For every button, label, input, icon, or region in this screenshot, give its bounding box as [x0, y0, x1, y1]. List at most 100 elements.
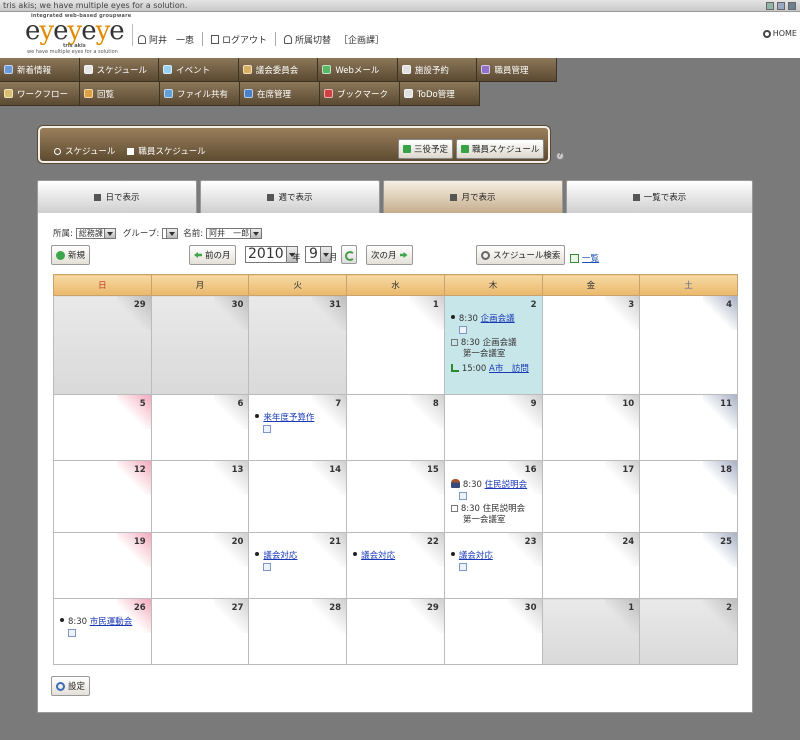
day-number[interactable]: 10	[622, 399, 634, 409]
day-number[interactable]: 29	[427, 603, 439, 613]
day-number[interactable]: 1	[433, 300, 439, 310]
calendar-day[interactable]: 14	[248, 460, 348, 533]
event-title[interactable]: 来年度予算作	[263, 413, 314, 423]
calendar-day[interactable]: 30	[443, 598, 543, 665]
calendar-day[interactable]: 9	[443, 394, 543, 461]
day-number[interactable]: 18	[720, 465, 732, 475]
day-number[interactable]: 9	[531, 399, 537, 409]
calendar-detail-icon[interactable]	[458, 563, 467, 571]
calendar-day[interactable]: 10	[541, 394, 641, 461]
nav-item[interactable]: 職員管理	[477, 58, 558, 82]
event-title[interactable]: A市 訪問	[489, 364, 529, 374]
year-select[interactable]: 2010	[245, 246, 298, 263]
logout-link[interactable]: ログアウト	[211, 33, 267, 46]
maximize-icon[interactable]	[777, 2, 785, 10]
nav-item[interactable]: ファイル共有	[160, 82, 240, 106]
new-schedule-button[interactable]: 新規	[51, 245, 91, 265]
calendar-day[interactable]: 1	[346, 295, 445, 395]
event-title[interactable]: 議会対応	[361, 551, 395, 561]
calendar-day[interactable]: 1	[541, 598, 641, 665]
calendar-day[interactable]: 12	[53, 460, 152, 533]
nav-item[interactable]: 在席管理	[240, 82, 320, 106]
nav-item[interactable]: 新着情報	[0, 58, 80, 82]
refresh-button[interactable]	[341, 245, 357, 264]
calendar-day[interactable]: 2 8:30 企画会議 8:30 企画会議 第一会議室 15:00 A市 訪問	[443, 295, 543, 395]
calendar-day[interactable]: 30	[150, 295, 250, 395]
calendar-day[interactable]: 5	[53, 394, 152, 461]
calendar-day[interactable]: 26 8:30 市民運動会	[53, 598, 152, 665]
breadcrumb-item-schedule[interactable]: スケジュール	[54, 145, 115, 157]
sanyaku-schedule-button[interactable]: 三役予定	[398, 139, 454, 159]
nav-item[interactable]: イベント	[159, 58, 239, 82]
day-number[interactable]: 8	[433, 399, 439, 409]
settings-button[interactable]: 設定	[51, 676, 91, 696]
prev-month-button[interactable]: 前の月	[189, 245, 236, 265]
nav-item[interactable]: Webメール	[318, 58, 398, 82]
day-number[interactable]: 13	[232, 465, 244, 475]
day-number[interactable]: 19	[134, 537, 146, 547]
month-select[interactable]: 9	[305, 246, 332, 263]
calendar-detail-icon[interactable]	[68, 629, 76, 637]
calendar-detail-icon[interactable]	[458, 326, 467, 334]
event-title[interactable]: 企画会議	[481, 314, 515, 324]
tab-month[interactable]: 月で表示	[383, 180, 563, 213]
nav-item[interactable]: スケジュール	[79, 58, 160, 82]
calendar-day[interactable]: 7 来年度予算作	[248, 394, 348, 461]
day-number[interactable]: 29	[134, 300, 146, 310]
event-title[interactable]: 議会対応	[459, 551, 493, 561]
calendar-day[interactable]: 19	[53, 532, 152, 599]
calendar-day[interactable]: 17	[541, 460, 641, 533]
schedule-search-button[interactable]: スケジュール検索	[476, 245, 566, 265]
nav-item[interactable]: 施設予約	[397, 58, 478, 82]
day-number[interactable]: 17	[622, 465, 634, 475]
calendar-day[interactable]: 23 議会対応	[443, 532, 543, 599]
group-select[interactable]	[162, 227, 179, 239]
calendar-day[interactable]: 25	[639, 532, 738, 599]
calendar-day[interactable]: 3	[541, 295, 641, 395]
calendar-day[interactable]: 16 8:30 住民説明会 8:30 住民説明会 第一会議室	[443, 460, 543, 533]
day-number[interactable]: 4	[726, 300, 732, 310]
day-number[interactable]: 11	[720, 399, 732, 409]
calendar-day[interactable]: 24	[541, 532, 641, 599]
tab-week[interactable]: 週で表示	[200, 180, 380, 213]
minimize-icon[interactable]	[766, 2, 774, 10]
calendar-day[interactable]: 13	[150, 460, 250, 533]
nav-item[interactable]: ToDo管理	[400, 82, 480, 106]
nav-item[interactable]: ブックマーク	[320, 82, 400, 106]
calendar-detail-icon[interactable]	[263, 563, 272, 571]
calendar-detail-icon[interactable]	[263, 425, 272, 433]
calendar-day[interactable]: 28	[248, 598, 348, 665]
calendar-day[interactable]: 15	[346, 460, 445, 533]
switch-affiliation-link[interactable]: 所属切替	[284, 33, 331, 46]
day-number[interactable]: 27	[232, 603, 244, 613]
day-number[interactable]: 14	[329, 465, 341, 475]
calendar-day[interactable]: 22 議会対応	[346, 532, 445, 599]
day-number[interactable]: 1	[628, 603, 634, 613]
calendar-day[interactable]: 18	[639, 460, 738, 533]
calendar-day[interactable]: 29	[346, 598, 445, 665]
next-month-button[interactable]: 次の月	[366, 245, 413, 265]
list-link[interactable]: 一覧	[570, 252, 599, 264]
calendar-day[interactable]: 8	[346, 394, 445, 461]
affiliation-select[interactable]: 総務課	[75, 227, 116, 239]
tab-list[interactable]: 一覧で表示	[566, 180, 753, 213]
day-number[interactable]: 30	[525, 603, 537, 613]
nav-item[interactable]: 議会委員会	[238, 58, 319, 82]
staff-schedule-button[interactable]: 職員スケジュール	[456, 139, 545, 159]
day-number[interactable]: 12	[134, 465, 146, 475]
day-number[interactable]: 28	[329, 603, 341, 613]
calendar-day[interactable]: 2	[639, 598, 738, 665]
event-title[interactable]: 議会対応	[263, 551, 297, 561]
calendar-day[interactable]: 4	[639, 295, 738, 395]
app-logo[interactable]: integrated web-based groupware eyeyeye t…	[25, 13, 131, 55]
event-title[interactable]: 住民説明会	[485, 480, 528, 490]
checkbox-icon[interactable]	[450, 505, 458, 512]
calendar-day[interactable]: 21 議会対応	[248, 532, 348, 599]
home-link[interactable]: HOME	[762, 29, 797, 38]
calendar-day[interactable]: 6	[150, 394, 250, 461]
calendar-day[interactable]: 11	[639, 394, 738, 461]
day-number[interactable]: 20	[232, 537, 244, 547]
tab-day[interactable]: 日で表示	[37, 180, 197, 213]
name-select[interactable]: 阿井 一郎	[206, 227, 263, 239]
calendar-day[interactable]: 29	[53, 295, 152, 395]
